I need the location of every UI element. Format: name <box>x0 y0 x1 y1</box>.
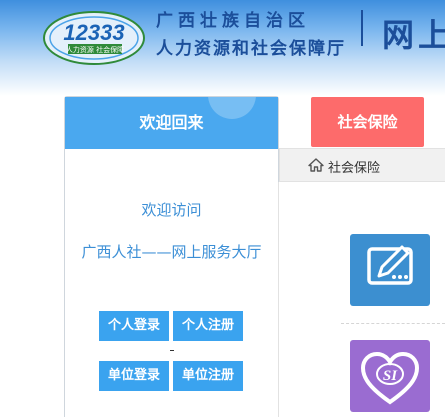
personal-login-button[interactable]: 个人登录 <box>99 311 169 341</box>
breadcrumb: 社会保险 <box>279 148 445 182</box>
unit-login-button[interactable]: 单位登录 <box>99 361 169 391</box>
site-title: 网上 <box>382 16 445 54</box>
si-icon-text: SI <box>383 368 398 384</box>
service-separator <box>341 323 445 324</box>
edit-icon <box>367 245 413 285</box>
org-name-line1: 广西壮族自治区 <box>156 11 310 31</box>
welcome-header: 欢迎回来 <box>65 97 278 149</box>
logo-number: 12333 <box>63 20 124 45</box>
page-header: 12333 人力资源 社会保障 广西壮族自治区 人力资源和社会保障厅 网上 <box>0 0 445 96</box>
welcome-panel: 欢迎回来 欢迎访问 广西人社——网上服务大厅 个人登录 个人注册 单位登录 单位… <box>64 96 279 417</box>
org-name-line2: 人力资源和社会保障厅 <box>156 39 346 59</box>
tab-social-insurance[interactable]: 社会保险 <box>311 97 424 147</box>
breadcrumb-current[interactable]: 社会保险 <box>328 157 380 176</box>
12333-logo[interactable]: 12333 人力资源 社会保障 <box>42 10 146 66</box>
welcome-hall-text: 广西人社——网上服务大厅 <box>81 243 262 261</box>
welcome-title: 欢迎回来 <box>139 113 204 132</box>
service-card-edit[interactable] <box>350 234 430 306</box>
si-heart-icon: SI <box>360 351 420 405</box>
unit-register-button[interactable]: 单位注册 <box>173 361 243 391</box>
logo-subtitle: 人力资源 社会保障 <box>66 45 124 54</box>
content-divider <box>278 182 279 417</box>
separator-dash <box>170 350 174 351</box>
header-divider <box>361 10 363 46</box>
welcome-visit-text: 欢迎访问 <box>141 201 202 219</box>
personal-register-button[interactable]: 个人注册 <box>173 311 243 341</box>
home-icon[interactable] <box>308 158 324 172</box>
service-card-social-insurance[interactable]: SI <box>350 340 430 412</box>
